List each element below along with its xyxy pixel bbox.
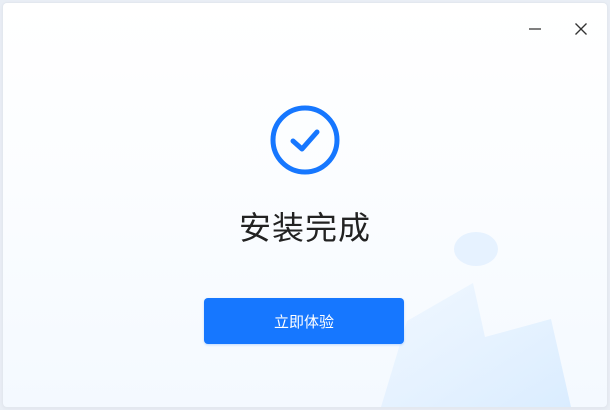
decorative-background (381, 232, 571, 407)
window-controls (523, 17, 593, 41)
experience-now-button[interactable]: 立即体验 (204, 298, 404, 344)
status-title: 安装完成 (238, 209, 371, 247)
close-icon (575, 23, 587, 35)
decor-mountain (381, 283, 571, 407)
close-button[interactable] (569, 17, 593, 41)
check-circle-icon (270, 105, 340, 175)
installer-window: 安装完成 立即体验 (3, 3, 607, 407)
minimize-icon (529, 28, 541, 30)
minimize-button[interactable] (523, 17, 547, 41)
